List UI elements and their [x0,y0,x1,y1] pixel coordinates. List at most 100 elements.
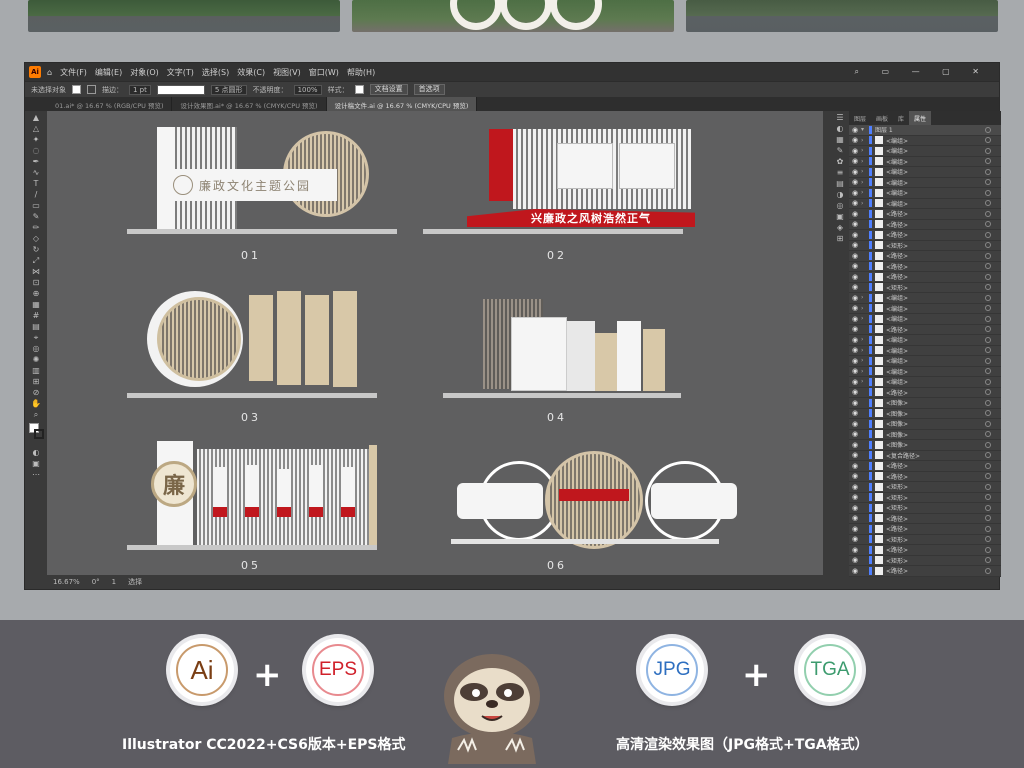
visibility-eye-icon[interactable]: ◉ [849,420,861,428]
target-circle-icon[interactable] [985,284,991,291]
target-circle-icon[interactable] [985,494,991,501]
type-tool-icon[interactable]: T [31,180,41,188]
target-circle-icon[interactable] [985,473,991,480]
expand-arrow-icon[interactable]: › [861,200,869,207]
target-circle-icon[interactable] [985,525,991,532]
fill-stroke-widget[interactable] [29,423,44,445]
target-circle-icon[interactable] [985,273,991,280]
target-circle-icon[interactable] [985,452,991,459]
layer-row[interactable]: ◉ › <编组> [849,136,1001,146]
layer-row[interactable]: ◉ <路径> [849,388,1001,398]
layers-icon[interactable]: ◈ [835,224,845,232]
layer-row-top[interactable]: ◉ ▾ 图层 1 [849,125,1001,136]
eyedropper-icon[interactable]: ⌖ [31,334,41,342]
visibility-eye-icon[interactable]: ◉ [849,399,861,407]
visibility-eye-icon[interactable]: ◉ [849,168,861,176]
artboard-tool-icon[interactable]: ⊞ [31,378,41,386]
expand-arrow-icon[interactable]: › [861,357,869,364]
tab-layers[interactable]: 图层 [849,111,871,125]
magic-wand-icon[interactable]: ✦ [31,136,41,144]
layer-row[interactable]: ◉ <图像> [849,430,1001,440]
layer-row[interactable]: ◉ <路径> [849,514,1001,524]
hand-tool-icon[interactable]: ✋ [31,400,41,408]
gradient-icon[interactable]: ▤ [835,180,845,188]
visibility-eye-icon[interactable]: ◉ [849,147,861,155]
layer-row[interactable]: ◉ <路径> [849,272,1001,283]
home-icon[interactable]: ⌂ [47,68,52,77]
visibility-eye-icon[interactable]: ◉ [849,241,861,249]
menu-view[interactable]: 视图(V) [273,67,301,78]
pen-tool-icon[interactable]: ✒ [31,158,41,166]
visibility-eye-icon[interactable]: ◉ [849,472,861,480]
opacity-input[interactable]: 100% [293,84,322,95]
target-circle-icon[interactable] [985,441,991,448]
properties-icon[interactable]: ☰ [835,114,845,122]
layer-row[interactable]: ◉ <路径> [849,545,1001,556]
transparency-icon[interactable]: ◑ [835,191,845,199]
menu-file[interactable]: 文件(F) [60,67,87,78]
layer-row[interactable]: ◉ <路径> [849,472,1001,482]
expand-arrow-icon[interactable]: › [861,189,869,196]
layer-row[interactable]: ◉ <路径> [849,209,1001,220]
target-circle-icon[interactable] [985,252,991,259]
menu-select[interactable]: 选择(S) [202,67,229,78]
visibility-eye-icon[interactable]: ◉ [849,567,861,575]
width-tool-icon[interactable]: ⋈ [31,268,41,276]
target-circle-icon[interactable] [985,210,991,217]
layer-row[interactable]: ◉ › <编组> [849,178,1001,188]
blend-tool-icon[interactable]: ◎ [31,345,41,353]
brush-select[interactable]: 5 点圆形 [210,84,247,95]
visibility-eye-icon[interactable]: ◉ [849,336,861,344]
visibility-eye-icon[interactable]: ◉ [849,556,861,564]
visibility-eye-icon[interactable]: ◉ [849,504,861,512]
layer-row[interactable]: ◉ <矩形> [849,482,1001,493]
expand-arrow-icon[interactable]: › [861,336,869,343]
fill-swatch[interactable] [72,85,81,94]
visibility-eye-icon[interactable]: ◉ [849,525,861,533]
tab-artboards[interactable]: 画板 [871,111,893,125]
layer-row[interactable]: ◉ › <编组> [849,157,1001,167]
rectangle-tool-icon[interactable]: ▭ [31,202,41,210]
expand-arrow-icon[interactable]: › [861,168,869,175]
appearance-icon[interactable]: ◎ [835,202,845,210]
expand-arrow-icon[interactable]: › [861,294,869,301]
visibility-eye-icon[interactable]: ◉ [849,210,861,218]
layer-row[interactable]: ◉ <路径> [849,461,1001,472]
layer-row[interactable]: ◉ <复合路径> [849,451,1001,461]
artboards-icon[interactable]: ⊞ [835,235,845,243]
visibility-eye-icon[interactable]: ◉ [849,535,861,543]
target-circle-icon[interactable] [985,221,991,228]
layer-row[interactable]: ◉ <矩形> [849,493,1001,503]
visibility-eye-icon[interactable]: ◉ [849,231,861,239]
layer-row[interactable]: ◉ › <编组> [849,346,1001,356]
target-circle-icon[interactable] [985,305,991,312]
target-circle-icon[interactable] [985,200,991,207]
target-circle-icon[interactable] [985,189,991,196]
menu-object[interactable]: 对象(O) [130,67,159,78]
layer-row[interactable]: ◉ › <编组> [849,314,1001,325]
menu-help[interactable]: 帮助(H) [347,67,375,78]
visibility-eye-icon[interactable]: ◉ [849,294,861,302]
target-circle-icon[interactable] [985,263,991,270]
layer-row[interactable]: ◉ <路径> [849,325,1001,335]
more-tools-icon[interactable]: ⋯ [31,471,41,479]
layer-row[interactable]: ◉ › <编组> [849,356,1001,367]
preferences-button[interactable]: 首选项 [413,84,445,95]
target-circle-icon[interactable] [985,294,991,301]
visibility-eye-icon[interactable]: ◉ [849,441,861,449]
stroke-icon[interactable]: ≡ [835,169,845,177]
target-circle-icon[interactable] [985,515,991,522]
layer-row[interactable]: ◉ <矩形> [849,535,1001,545]
target-circle-icon[interactable] [985,557,991,564]
selection-tool-icon[interactable]: ▲ [31,114,41,122]
target-circle-icon[interactable] [985,326,991,333]
visibility-eye-icon[interactable]: ◉ [849,220,861,228]
visibility-eye-icon[interactable]: ◉ [849,367,861,375]
target-circle-icon[interactable] [985,336,991,343]
target-circle-icon[interactable] [985,546,991,553]
mesh-tool-icon[interactable]: # [31,312,41,320]
target-circle-icon[interactable] [985,420,991,427]
visibility-eye-icon[interactable]: ◉ [849,273,861,281]
visibility-eye-icon[interactable]: ◉ [849,315,861,323]
menu-edit[interactable]: 编辑(E) [95,67,122,78]
